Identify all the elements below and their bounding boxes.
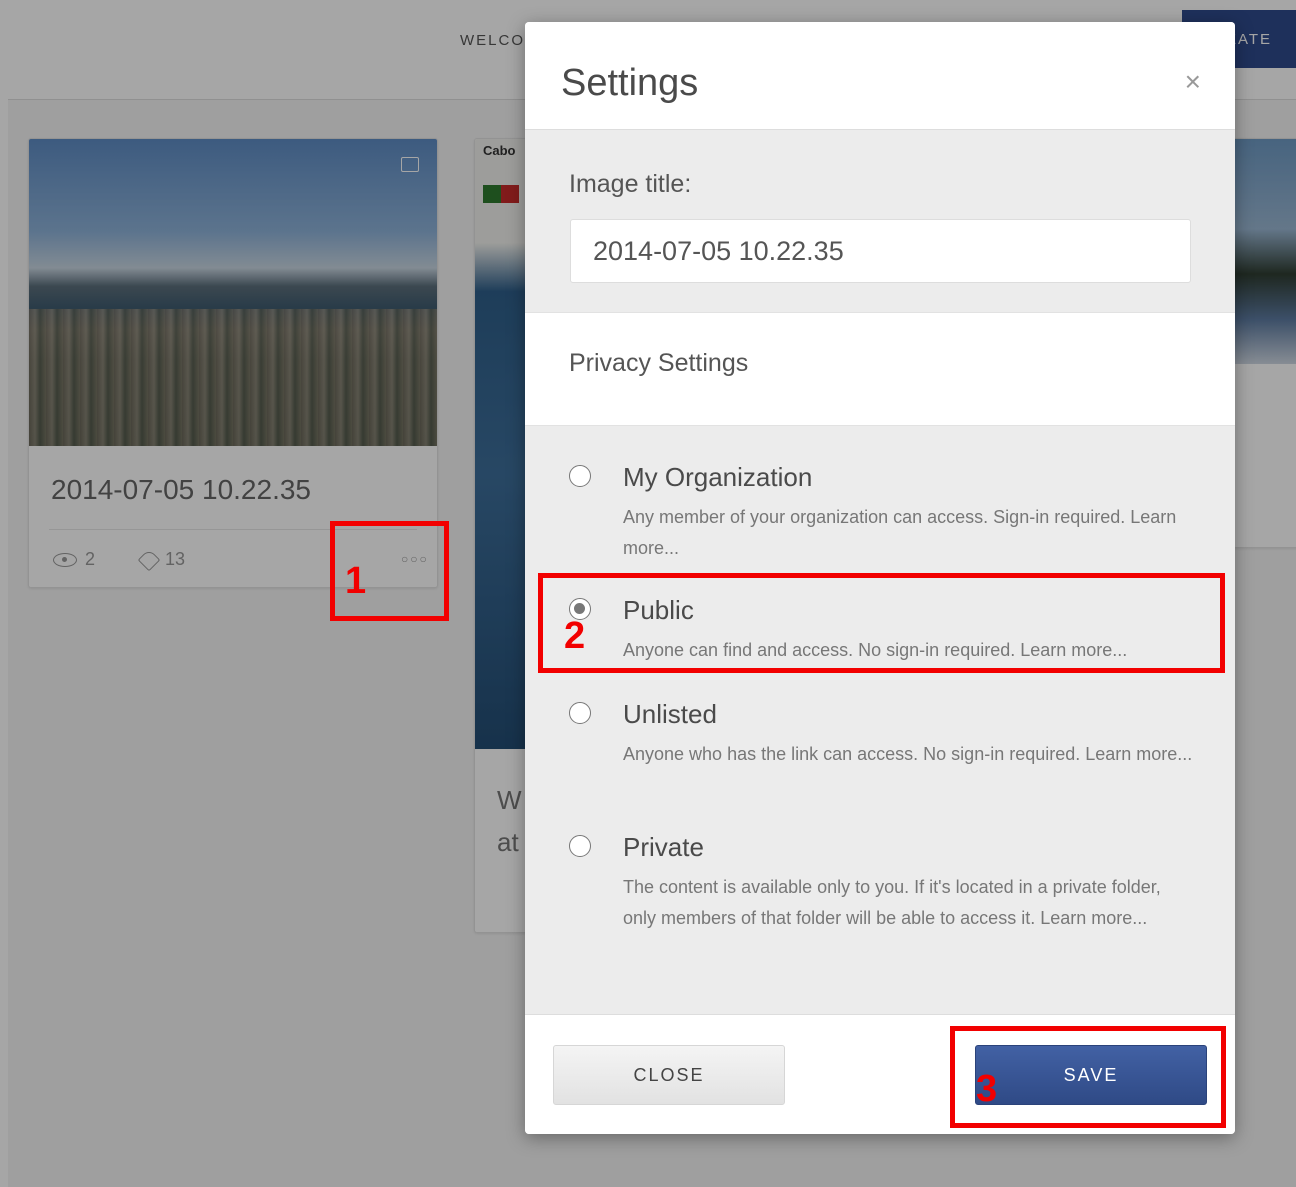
dialog-title: Settings [561, 62, 699, 104]
privacy-section-header: Privacy Settings [525, 312, 1235, 426]
option-description: Anyone who has the link can access. No s… [623, 744, 1193, 764]
option-description: Any member of your organization can acce… [623, 507, 1177, 558]
close-icon[interactable]: × [1185, 68, 1201, 96]
radio-organization[interactable] [569, 465, 591, 487]
image-title-label: Image title: [569, 170, 692, 198]
image-title-input[interactable] [570, 219, 1191, 283]
option-description: The content is available only to you. If… [623, 877, 1161, 928]
radio-unlisted[interactable] [569, 702, 591, 724]
dialog-header: Settings × [525, 22, 1235, 130]
close-button[interactable]: CLOSE [553, 1045, 785, 1105]
annotation-box-2 [538, 573, 1225, 673]
annotation-number-2: 2 [564, 615, 586, 657]
radio-private[interactable] [569, 835, 591, 857]
option-label[interactable]: Unlisted [623, 699, 717, 730]
annotation-number-3: 3 [976, 1068, 998, 1110]
option-label[interactable]: My Organization [623, 462, 812, 493]
option-label[interactable]: Private [623, 832, 704, 863]
annotation-number-1: 1 [345, 560, 367, 602]
privacy-heading: Privacy Settings [569, 349, 749, 377]
